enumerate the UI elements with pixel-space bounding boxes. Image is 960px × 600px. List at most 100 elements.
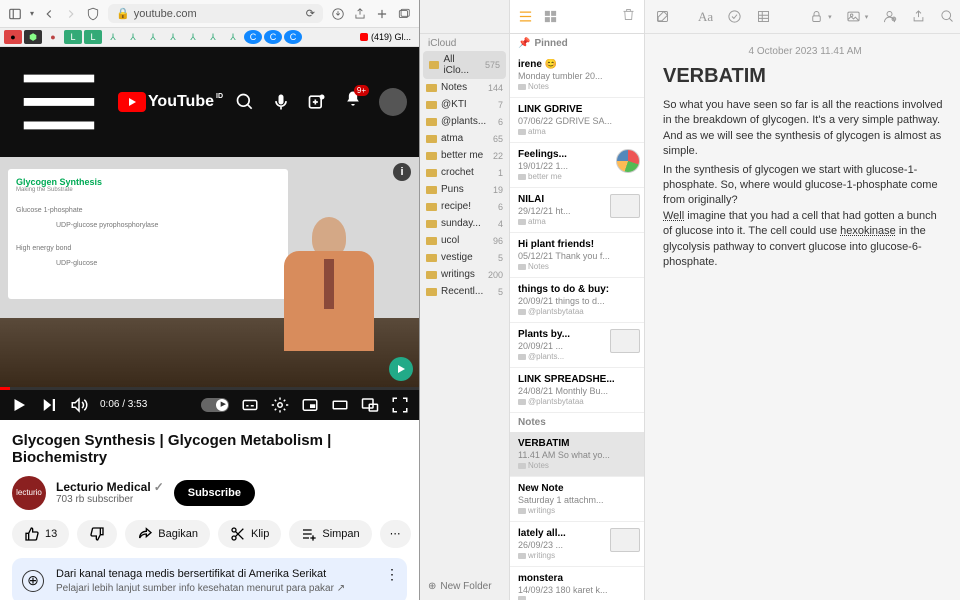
folder-item[interactable]: Puns19 <box>420 181 509 198</box>
dislike-button[interactable] <box>77 520 117 548</box>
note-item[interactable]: VERBATIM11.41 AM So what yo...Notes <box>510 432 644 477</box>
info-icon[interactable]: i <box>393 163 411 181</box>
tab-icon[interactable]: C <box>244 30 262 44</box>
youtube-logo[interactable]: YouTube ID <box>118 92 223 112</box>
note-item[interactable]: Hi plant friends!05/12/21 Thank you f...… <box>510 233 644 278</box>
tab-active[interactable]: (419) Gl... <box>360 30 411 44</box>
tab-icon[interactable]: ⅄ <box>224 30 242 44</box>
folder-item[interactable]: Recentl...5 <box>420 283 509 300</box>
note-item[interactable]: lately all...26/09/23 ...writings <box>510 522 644 567</box>
editor-content[interactable]: 4 October 2023 11.41 AM VERBATIM So what… <box>645 34 960 285</box>
note-item[interactable]: New NoteSaturday 1 attachm...writings <box>510 477 644 522</box>
miniplayer-icon[interactable] <box>301 396 319 414</box>
folder-item[interactable]: sunday...4 <box>420 215 509 232</box>
note-item[interactable]: Feelings...19/01/22 1...better me <box>510 143 644 188</box>
note-item[interactable]: irene 😊Monday tumbler 20...Notes <box>510 53 644 98</box>
tab-icon[interactable]: C <box>264 30 282 44</box>
search-icon[interactable] <box>235 92 255 112</box>
reload-icon[interactable]: ⟳ <box>306 7 315 20</box>
captions-icon[interactable] <box>241 396 259 414</box>
folder-item[interactable]: recipe!6 <box>420 198 509 215</box>
play-overlay-icon[interactable] <box>389 357 413 381</box>
forward-icon[interactable] <box>64 7 78 21</box>
collaborate-icon[interactable] <box>882 9 897 24</box>
health-info-card[interactable]: ⊕ Dari kanal tenaga medis bersertifikat … <box>12 558 407 600</box>
tabs-icon[interactable] <box>397 7 411 21</box>
note-item[interactable]: LINK GDRIVE07/06/22 GDRIVE SA...atma <box>510 98 644 143</box>
media-icon[interactable] <box>846 9 861 24</box>
share-icon[interactable] <box>911 9 926 24</box>
settings-icon[interactable] <box>271 396 289 414</box>
folder-item[interactable]: ucol96 <box>420 232 509 249</box>
folder-item[interactable]: @plants...6 <box>420 113 509 130</box>
folder-item[interactable]: crochet1 <box>420 164 509 181</box>
tab-icon[interactable]: ⅄ <box>124 30 142 44</box>
subscribe-button[interactable]: Subscribe <box>174 480 255 506</box>
checklist-icon[interactable] <box>727 9 742 24</box>
video-player[interactable]: Glycogen Synthesis Making the Substrate … <box>0 157 419 387</box>
note-item[interactable]: monstera14/09/23 180 karet k... <box>510 567 644 600</box>
play-icon[interactable] <box>10 396 28 414</box>
folder-item[interactable]: @KTI7 <box>420 96 509 113</box>
table-icon[interactable] <box>756 9 771 24</box>
next-icon[interactable] <box>40 396 58 414</box>
notifications-button[interactable]: 9+ <box>343 89 363 114</box>
note-item[interactable]: Plants by...20/09/21 ...@plants... <box>510 323 644 368</box>
shield-icon[interactable] <box>86 7 100 21</box>
autoplay-toggle[interactable] <box>201 398 229 412</box>
address-bar[interactable]: 🔒 youtube.com ⟳ <box>108 4 323 23</box>
format-icon[interactable]: Aa <box>698 9 713 25</box>
note-item[interactable]: LINK SPREADSHE...24/08/21 Monthly Bu...@… <box>510 368 644 413</box>
sidebar-icon[interactable] <box>8 7 22 21</box>
mic-icon[interactable] <box>271 92 291 112</box>
pip-icon[interactable] <box>361 396 379 414</box>
tab-icon[interactable]: C <box>284 30 302 44</box>
download-icon[interactable] <box>331 7 345 21</box>
trash-icon[interactable] <box>621 7 636 22</box>
list-view-icon[interactable] <box>518 9 533 24</box>
search-icon[interactable] <box>940 9 955 24</box>
tab-icon[interactable]: ● <box>44 30 62 44</box>
tab-icon[interactable]: L <box>64 30 82 44</box>
save-button[interactable]: Simpan <box>289 520 371 548</box>
folder-item[interactable]: better me22 <box>420 147 509 164</box>
tab-icon[interactable]: ⅄ <box>104 30 122 44</box>
tab-icon[interactable]: ⅄ <box>184 30 202 44</box>
grid-view-icon[interactable] <box>543 9 558 24</box>
like-button[interactable]: 13 <box>12 520 69 548</box>
folder-item[interactable]: vestige5 <box>420 249 509 266</box>
tab-icon[interactable]: L <box>84 30 102 44</box>
tab-icon[interactable]: ⬢ <box>24 30 42 44</box>
channel-avatar[interactable]: lecturio <box>12 476 46 510</box>
theater-icon[interactable] <box>331 396 349 414</box>
plus-icon[interactable] <box>375 7 389 21</box>
share-button[interactable]: Bagikan <box>125 520 210 548</box>
chevron-down-icon[interactable]: ▾ <box>865 13 869 21</box>
compose-icon[interactable] <box>655 9 670 24</box>
progress-bar[interactable] <box>0 387 419 390</box>
back-icon[interactable] <box>42 7 56 21</box>
folder-item[interactable]: writings200 <box>420 266 509 283</box>
avatar[interactable] <box>379 88 407 116</box>
menu-icon[interactable] <box>12 55 106 149</box>
tab-icon[interactable]: ⅄ <box>144 30 162 44</box>
tab-icon[interactable]: ⅄ <box>204 30 222 44</box>
channel-name[interactable]: Lecturio Medical✓ <box>56 480 164 494</box>
new-folder-button[interactable]: ⊕New Folder <box>420 573 509 600</box>
fullscreen-icon[interactable] <box>391 396 409 414</box>
volume-icon[interactable] <box>70 396 88 414</box>
note-item[interactable]: NILAI29/12/21 ht...atma <box>510 188 644 233</box>
chevron-down-icon[interactable]: ▾ <box>30 9 34 18</box>
folder-item[interactable]: Notes144 <box>420 79 509 96</box>
note-item[interactable]: things to do & buy:20/09/21 things to d.… <box>510 278 644 323</box>
share-icon[interactable] <box>353 7 367 21</box>
more-button[interactable]: ⋯ <box>380 520 411 548</box>
chevron-down-icon[interactable]: ▾ <box>828 13 832 21</box>
more-icon[interactable]: ⋮ <box>385 566 399 583</box>
create-icon[interactable] <box>307 92 327 112</box>
lock-icon[interactable] <box>809 9 824 24</box>
folder-item[interactable]: All iClo...575 <box>423 51 506 79</box>
folder-item[interactable]: atma65 <box>420 130 509 147</box>
tab-icon[interactable]: ● <box>4 30 22 44</box>
tab-icon[interactable]: ⅄ <box>164 30 182 44</box>
